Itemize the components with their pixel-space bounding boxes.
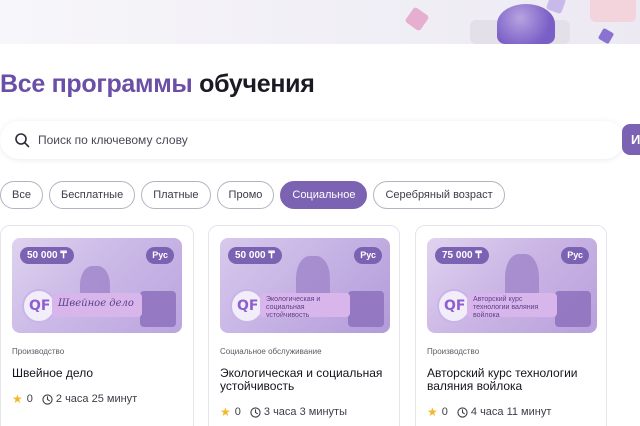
filter-chip-promo[interactable]: Промо	[216, 181, 275, 209]
decorative-dome	[497, 4, 555, 44]
search-input[interactable]	[38, 129, 598, 151]
decorative-cube	[597, 27, 615, 44]
filter-chip-free[interactable]: Бесплатные	[48, 181, 136, 209]
course-category: Производство	[12, 347, 65, 356]
thumbnail-caption: Швейное дело	[52, 293, 142, 317]
language-badge: Рус	[146, 247, 174, 264]
course-thumbnail: 50 000 ₸ Рус QF Швейное дело	[12, 238, 182, 333]
price-badge: 50 000 ₸	[20, 247, 74, 264]
filter-chip-silver-age[interactable]: Серебряный возраст	[373, 181, 505, 209]
course-duration: 3 часа 3 минуты	[263, 406, 347, 418]
clock-icon	[42, 393, 53, 405]
hero-banner	[0, 0, 640, 44]
language-badge: Рус	[354, 247, 382, 264]
star-icon: ★	[427, 405, 438, 419]
price-badge: 75 000 ₸	[435, 247, 489, 264]
course-meta: ★ 0 4 часа 11 минут	[427, 405, 551, 419]
filter-chip-all[interactable]: Все	[0, 181, 43, 209]
course-rating: 0	[234, 406, 241, 418]
price-badge: 50 000 ₸	[228, 247, 282, 264]
decorative-block	[590, 0, 636, 22]
course-category: Производство	[427, 347, 480, 356]
course-rating: 0	[26, 393, 33, 405]
thumbnail-inset-video	[348, 291, 384, 327]
clock-icon	[250, 406, 261, 418]
page-title: Все программы обучения	[0, 70, 315, 99]
page-title-accent: Все программы	[0, 70, 193, 98]
filter-chip-paid[interactable]: Платные	[141, 181, 211, 209]
search-bar	[0, 121, 624, 159]
course-meta: ★ 0 3 часа 3 минуты	[220, 405, 347, 419]
thumbnail-caption: Экологическая и социальная устойчивость	[260, 293, 350, 317]
decorative-cube	[404, 6, 430, 32]
thumbnail-caption: Авторский курс технологии валяния войлок…	[467, 293, 557, 317]
thumbnail-inset-video	[555, 291, 591, 327]
course-thumbnail: 75 000 ₸ Рус QF Авторский курс технологи…	[427, 238, 597, 333]
search-icon	[15, 133, 30, 148]
course-rating: 0	[441, 406, 448, 418]
brand-logo: QF	[437, 289, 471, 323]
course-card[interactable]: 75 000 ₸ Рус QF Авторский курс технологи…	[415, 225, 607, 426]
star-icon: ★	[220, 405, 231, 419]
clock-icon	[457, 406, 468, 418]
course-title[interactable]: Авторский курс технологии валяния войлок…	[427, 367, 602, 393]
course-meta: ★ 0 2 часа 25 минут	[12, 392, 137, 406]
course-card[interactable]: 50 000 ₸ Рус QF Экологическая и социальн…	[208, 225, 400, 426]
course-category: Социальное обслуживание	[220, 347, 322, 356]
filter-chips: Все Бесплатные Платные Промо Социальное …	[0, 181, 505, 209]
brand-logo: QF	[230, 289, 264, 323]
page-title-rest: обучения	[199, 70, 315, 98]
course-title[interactable]: Швейное дело	[12, 367, 187, 380]
course-duration: 4 часа 11 минут	[470, 406, 552, 418]
course-duration: 2 часа 25 минут	[55, 393, 138, 405]
thumbnail-inset-video	[140, 291, 176, 327]
course-card[interactable]: 50 000 ₸ Рус QF Швейное дело Производств…	[0, 225, 194, 426]
language-badge: Рус	[561, 247, 589, 264]
star-icon: ★	[12, 392, 23, 406]
course-thumbnail: 50 000 ₸ Рус QF Экологическая и социальн…	[220, 238, 390, 333]
filter-chip-social[interactable]: Социальное	[280, 181, 368, 209]
search-button[interactable]: И	[622, 124, 640, 155]
course-title[interactable]: Экологическая и социальная устойчивость	[220, 367, 395, 393]
brand-logo: QF	[22, 289, 56, 323]
